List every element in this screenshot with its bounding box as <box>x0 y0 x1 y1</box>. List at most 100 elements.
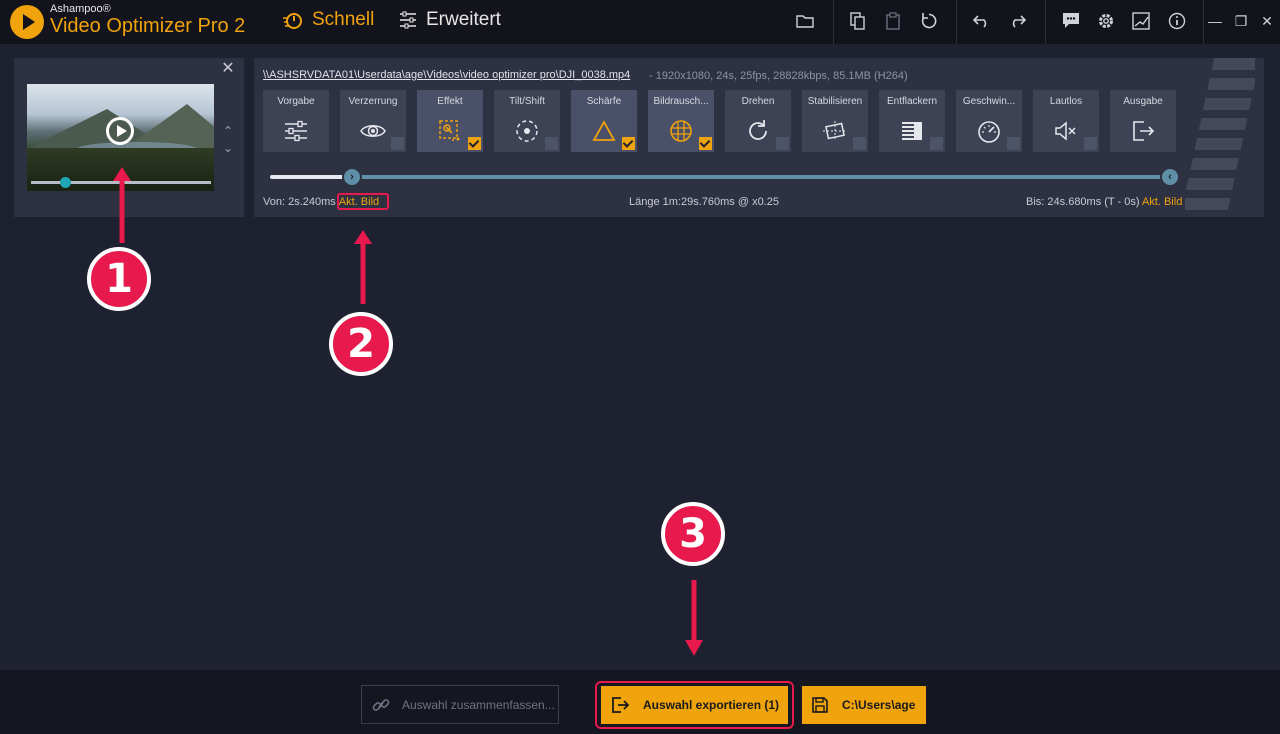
speed-icon <box>976 118 1002 144</box>
restore-button[interactable]: ❐ <box>1228 8 1254 34</box>
brand-vendor: Ashampoo® <box>50 3 111 15</box>
minimize-button[interactable]: — <box>1202 8 1228 34</box>
tool-entflackern[interactable]: Entflackern <box>879 90 945 152</box>
output-folder-label: C:\Users\age <box>842 698 916 712</box>
export-selection-label: Auswahl exportieren (1) <box>643 698 780 712</box>
link-icon <box>372 698 390 711</box>
close-window-button[interactable]: ✕ <box>1254 8 1280 34</box>
sliders-icon <box>400 11 416 29</box>
remove-clip-button[interactable]: ✕ <box>220 61 236 77</box>
tool-enable-checkbox[interactable] <box>545 137 558 150</box>
tool-lautlos[interactable]: Lautlos <box>1033 90 1099 152</box>
move-down-icon[interactable]: ⌄ <box>221 141 235 155</box>
export-icon <box>612 697 629 713</box>
info-icon[interactable] <box>1164 8 1190 34</box>
mode-schnell-label: Schnell <box>312 9 375 30</box>
chart-icon[interactable] <box>1128 8 1154 34</box>
von-value: 2s.240ms <box>288 196 336 208</box>
tool-label: Geschwin... <box>962 96 1016 107</box>
settings-icon[interactable] <box>1093 8 1119 34</box>
move-up-icon[interactable]: ⌃ <box>221 124 235 138</box>
undo-icon[interactable] <box>969 8 995 34</box>
toolbar-separator <box>833 0 834 44</box>
selected-range-bar[interactable] <box>350 175 1170 179</box>
mode-schnell-tab[interactable]: Schnell <box>282 9 374 31</box>
tool-geschwin[interactable]: Geschwin... <box>956 90 1022 152</box>
file-path-link[interactable]: \\ASHSRVDATA01\Userdata\age\Videos\video… <box>263 69 630 81</box>
tool-label: Vorgabe <box>277 96 315 107</box>
play-icon[interactable] <box>106 117 134 145</box>
annotation-arrow-1 <box>113 167 131 243</box>
output-icon <box>1130 118 1156 144</box>
feedback-icon[interactable] <box>1058 8 1084 34</box>
copy-icon[interactable] <box>845 8 871 34</box>
annotation-arrow-3 <box>685 580 703 656</box>
paste-icon[interactable] <box>880 8 906 34</box>
bis-value: 24s.680ms (T - 0s) <box>1047 196 1140 208</box>
length-readout: Länge 1m:29s.760ms @ x0.25 <box>629 196 779 208</box>
file-info: - 1920x1080, 24s, 25fps, 28828kbps, 85.1… <box>649 70 908 82</box>
tool-ausgabe[interactable]: Ausgabe <box>1110 90 1176 152</box>
output-folder-button[interactable]: C:\Users\age <box>802 686 926 724</box>
annotation-badge-2: 2 <box>329 312 393 376</box>
export-selection-button[interactable]: Auswahl exportieren (1) <box>601 686 788 724</box>
effect-icon <box>437 118 463 144</box>
tool-enable-checkbox[interactable] <box>1084 137 1097 150</box>
tool-label: Stabilisieren <box>807 96 863 107</box>
tool-enable-checkbox[interactable] <box>1007 137 1020 150</box>
tool-drehen[interactable]: Drehen <box>725 90 791 152</box>
merge-selection-button[interactable]: Auswahl zusammenfassen... <box>361 685 559 724</box>
rotate-icon <box>745 118 771 144</box>
tool-label: Effekt <box>437 96 463 107</box>
bis-current-frame-link[interactable]: Akt. Bild <box>1142 196 1182 208</box>
stabilize-icon <box>822 118 848 144</box>
toolbar-separator <box>1045 0 1046 44</box>
range-end-readout: Bis: 24s.680ms (T - 0s) Akt. Bild <box>1026 196 1182 208</box>
eye-icon <box>360 118 386 144</box>
filmstrip-decoration <box>1185 58 1255 217</box>
mode-erweitert-label: Erweitert <box>426 9 501 30</box>
tool-stabilisieren[interactable]: Stabilisieren <box>802 90 868 152</box>
tool-vorgabe[interactable]: Vorgabe <box>263 90 329 152</box>
tool-label: Bildrausch... <box>653 96 709 107</box>
mute-icon <box>1053 118 1079 144</box>
app-logo <box>10 5 44 39</box>
tool-label: Lautlos <box>1049 96 1083 107</box>
tool-label: Ausgabe <box>1123 96 1163 107</box>
deflicker-icon <box>899 118 925 144</box>
tool-label: Drehen <box>741 96 775 107</box>
annotation-badge-3: 3 <box>661 502 725 566</box>
tool-enable-checkbox[interactable] <box>699 137 712 150</box>
tool-label: Schärfe <box>586 96 622 107</box>
bis-label: Bis: <box>1026 196 1045 208</box>
tool-enable-checkbox[interactable] <box>391 137 404 150</box>
redo-icon[interactable] <box>1004 8 1030 34</box>
tool-verzerrung[interactable]: Verzerrung <box>340 90 406 152</box>
mode-erweitert-tab[interactable]: Erweitert <box>398 9 501 31</box>
tool-bildrausch[interactable]: Bildrausch... <box>648 90 714 152</box>
tool-enable-checkbox[interactable] <box>853 137 866 150</box>
toolbar-separator <box>956 0 957 44</box>
tilt-shift-icon <box>514 118 540 144</box>
stopwatch-icon <box>283 13 302 29</box>
tool-effekt[interactable]: Effekt <box>417 90 483 152</box>
range-start-handle[interactable]: › <box>342 167 362 187</box>
save-icon <box>812 697 828 713</box>
tool-enable-checkbox[interactable] <box>468 137 481 150</box>
range-end-handle[interactable]: ‹ <box>1160 167 1180 187</box>
merge-selection-label: Auswahl zusammenfassen... <box>402 697 555 712</box>
sharpness-icon <box>591 118 617 144</box>
annotation-badge-1: 1 <box>87 247 151 311</box>
tool-tilt-shift[interactable]: Tilt/Shift <box>494 90 560 152</box>
tool-schärfe[interactable]: Schärfe <box>571 90 637 152</box>
tool-enable-checkbox[interactable] <box>622 137 635 150</box>
folder-icon[interactable] <box>792 8 818 34</box>
annotation-arrow-2 <box>354 230 372 304</box>
tool-enable-checkbox[interactable] <box>776 137 789 150</box>
tool-label: Verzerrung <box>348 96 398 107</box>
reset-icon[interactable] <box>916 8 942 34</box>
tool-enable-checkbox[interactable] <box>930 137 943 150</box>
tool-label: Entflackern <box>886 96 938 107</box>
trimmed-range-start <box>270 175 350 179</box>
tool-label: Tilt/Shift <box>509 96 545 107</box>
